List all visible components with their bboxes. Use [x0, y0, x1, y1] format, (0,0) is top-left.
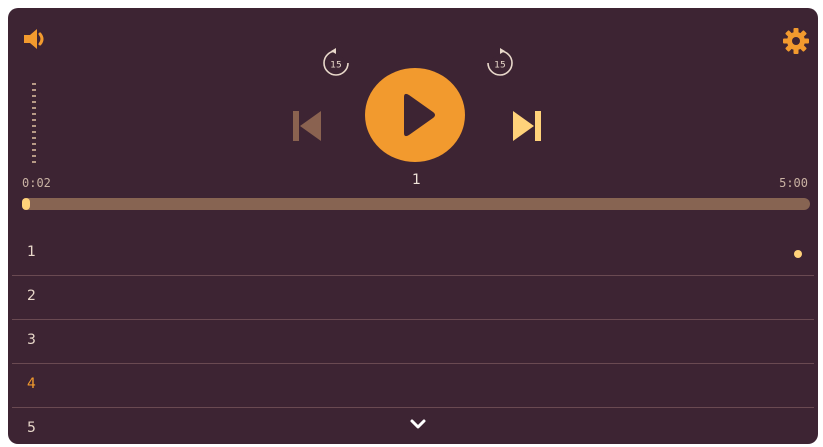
track-label: 3: [27, 332, 36, 348]
play-icon: [404, 93, 435, 137]
volume-slider[interactable]: [32, 83, 36, 165]
track-label: 2: [27, 288, 36, 304]
seek-bar[interactable]: [22, 198, 810, 210]
speaker-icon: [24, 29, 44, 49]
track-list-item[interactable]: 3: [12, 320, 814, 364]
skip-forward-15-button[interactable]: 15: [483, 46, 517, 80]
play-button[interactable]: [365, 68, 465, 162]
skip-back-seconds: 15: [330, 61, 341, 71]
now-playing-indicator: [794, 250, 802, 258]
previous-track-button[interactable]: [291, 108, 325, 144]
skip-previous-icon: [293, 111, 321, 141]
track-label: 4: [27, 376, 36, 392]
track-label: 5: [27, 420, 36, 436]
duration: 5:00: [779, 176, 808, 190]
settings-button[interactable]: [780, 25, 812, 57]
skip-next-icon: [513, 111, 541, 141]
track-list-item[interactable]: 1: [12, 232, 814, 276]
rewind-15-icon: 15: [323, 48, 349, 76]
track-list-item[interactable]: 4: [12, 364, 814, 408]
seek-bar-fill: [22, 198, 30, 210]
track-label: 1: [27, 244, 36, 260]
volume-button[interactable]: [21, 25, 49, 53]
gear-icon: [783, 28, 809, 54]
audio-player: 15 15 0:02 1 5:00 1 2 3 4 5: [8, 8, 818, 444]
track-list: 1 2 3 4 5: [8, 232, 818, 444]
current-track-number: 1: [412, 172, 421, 188]
forward-15-icon: 15: [487, 48, 513, 76]
chevron-down-icon: [410, 419, 426, 429]
skip-back-15-button[interactable]: 15: [319, 46, 353, 80]
next-track-button[interactable]: [509, 108, 543, 144]
skip-forward-seconds: 15: [494, 61, 505, 71]
track-list-item[interactable]: 2: [12, 276, 814, 320]
expand-list-button[interactable]: [408, 416, 428, 432]
current-time: 0:02: [22, 176, 51, 190]
